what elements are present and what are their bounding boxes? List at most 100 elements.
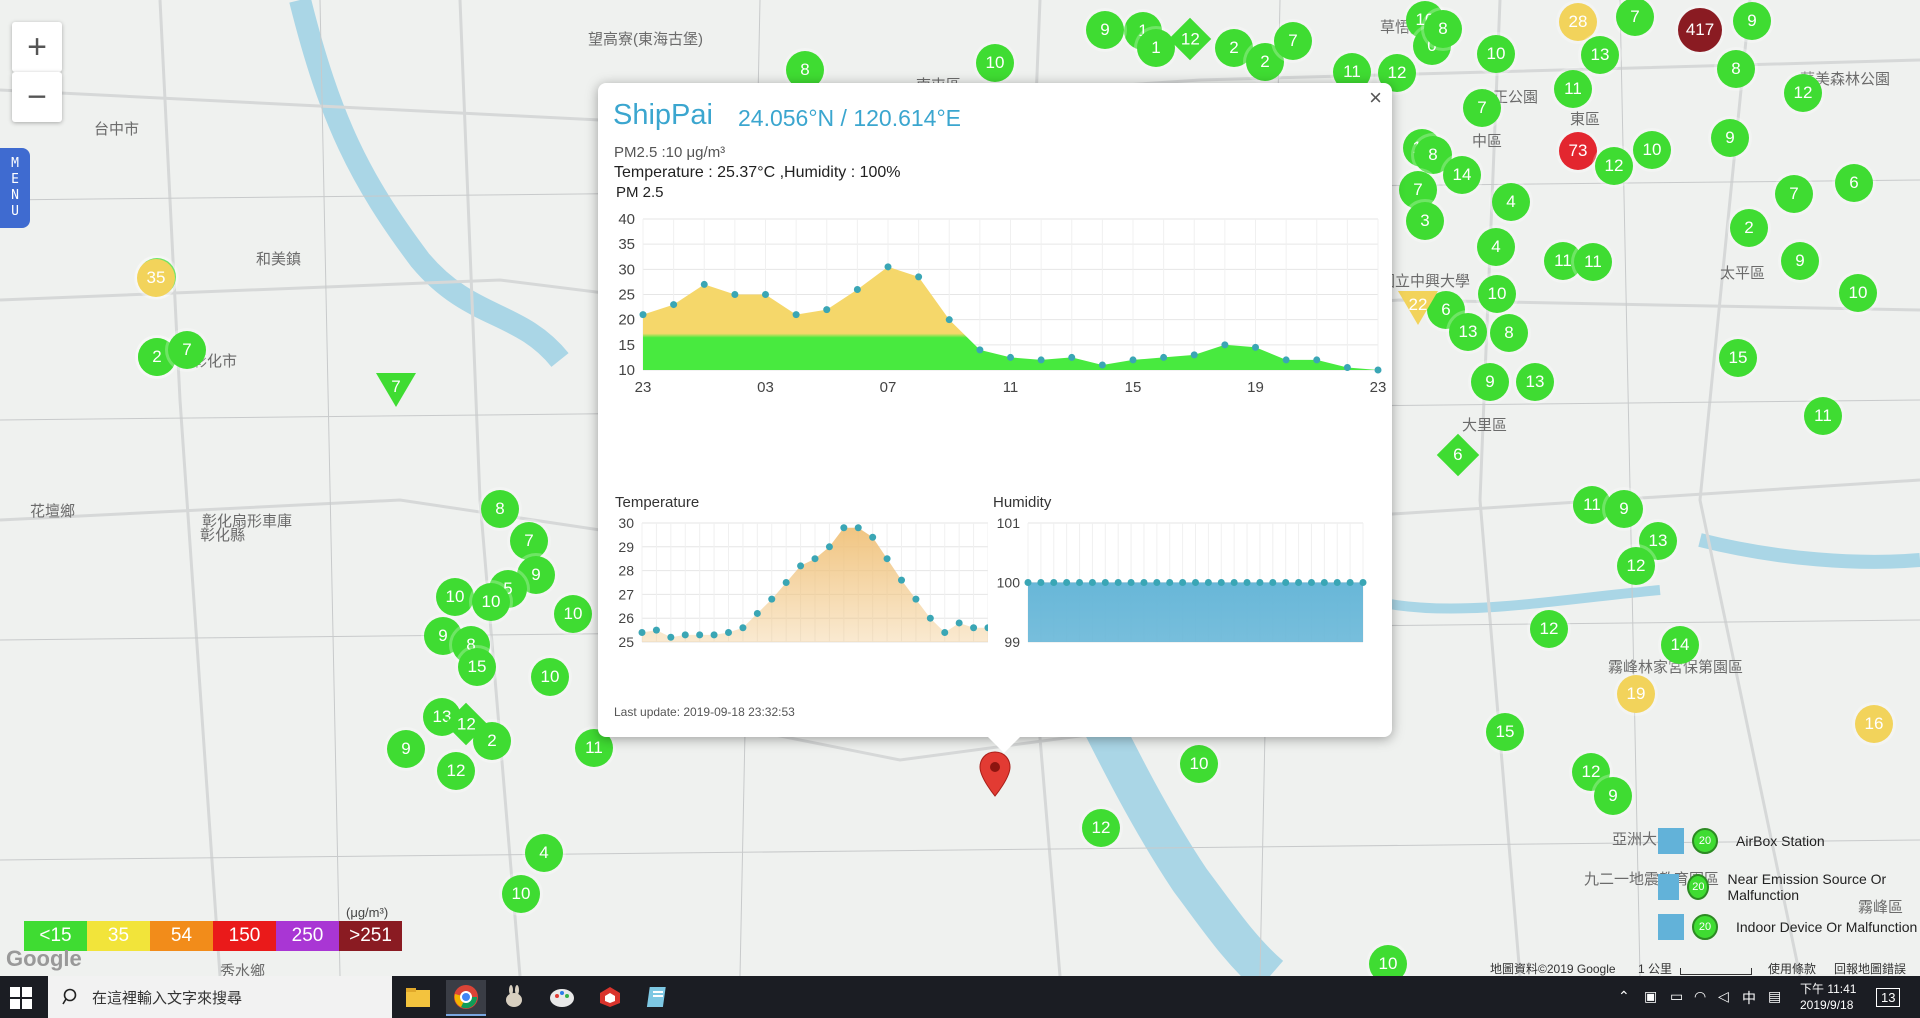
terms-link[interactable]: 使用條款 xyxy=(1768,960,1816,976)
sensor-marker[interactable]: 8 xyxy=(481,490,519,528)
sensor-marker[interactable]: 13 xyxy=(1449,313,1487,351)
windows-taskbar: 在這裡輸入文字來搜尋 ⌃ ▣ ▭ ◠ ◁ 中 ▤ 下午 11:41 2019/9… xyxy=(0,976,1920,1018)
station-name: ShipPai xyxy=(613,99,713,131)
map-canvas[interactable]: 望高寮(東海古堡) 和美鎮 彰化市 中區 東區 大里區 太平區 霧峰林家宮保第園區 亞洲大學 九二… xyxy=(0,0,1920,976)
sensor-marker[interactable]: 10 xyxy=(531,658,569,696)
data-point xyxy=(700,280,708,288)
y-tick-label: 35 xyxy=(618,236,635,253)
location-pin-icon[interactable] xyxy=(978,750,1012,798)
sensor-marker[interactable]: 10 xyxy=(436,578,474,616)
report-error-link[interactable]: 回報地圖錯誤 xyxy=(1834,960,1906,976)
sensor-marker[interactable]: 9 xyxy=(1733,2,1771,40)
sensor-marker[interactable]: 4 xyxy=(525,834,563,872)
sensor-marker[interactable]: 15 xyxy=(1486,713,1524,751)
tray-volume-icon[interactable]: ◁ xyxy=(1718,988,1729,1005)
sensor-marker[interactable]: 10 xyxy=(1633,131,1671,169)
indoor-device-marker[interactable]: 22 xyxy=(1396,289,1440,327)
sensor-marker[interactable]: 7 xyxy=(510,522,548,560)
sensor-marker[interactable]: 12 xyxy=(437,752,475,790)
sensor-marker[interactable]: 12 xyxy=(1082,809,1120,847)
chrome-icon[interactable] xyxy=(446,980,486,1016)
humidity-chart-title: Humidity xyxy=(993,494,1052,511)
sensor-marker[interactable]: 7 xyxy=(1463,89,1501,127)
x-tick-label: 11 xyxy=(1003,379,1019,396)
sensor-marker[interactable]: 7 xyxy=(168,331,206,369)
sensor-marker[interactable]: 10 xyxy=(976,44,1014,82)
tray-wifi-icon[interactable]: ◠ xyxy=(1694,988,1706,1005)
sensor-marker[interactable]: 73 xyxy=(1559,132,1597,170)
sensor-marker[interactable]: 8 xyxy=(1490,314,1528,352)
sensor-marker[interactable]: 10 xyxy=(1839,274,1877,312)
sensor-marker[interactable]: 11 xyxy=(1554,70,1592,108)
sensor-marker[interactable]: 8 xyxy=(1424,10,1462,48)
sensor-marker[interactable]: 7 xyxy=(1775,175,1813,213)
data-point xyxy=(1320,579,1328,586)
sensor-marker[interactable]: 10 xyxy=(472,583,510,621)
zoom-in-button[interactable]: + xyxy=(12,22,62,72)
app-document-icon[interactable] xyxy=(638,980,678,1014)
sensor-marker[interactable]: 14 xyxy=(1443,156,1481,194)
tray-security-icon[interactable]: ▣ xyxy=(1644,988,1657,1005)
data-point xyxy=(1343,363,1351,371)
scale-label: 1 公里 xyxy=(1638,962,1673,976)
tray-battery-icon[interactable]: ▭ xyxy=(1670,988,1683,1005)
place-label: 台中市 xyxy=(94,121,140,138)
ime-indicator[interactable]: 中 xyxy=(1742,988,1756,1008)
sensor-marker[interactable]: 9 xyxy=(1781,242,1819,280)
sensor-marker[interactable]: 9 xyxy=(1471,363,1509,401)
sensor-marker[interactable]: 35 xyxy=(137,259,175,297)
clock-date[interactable]: 2019/9/18 xyxy=(1800,998,1853,1012)
sensor-marker[interactable]: 3 xyxy=(1406,202,1444,240)
data-point xyxy=(1088,579,1096,586)
sensor-marker[interactable]: 10 xyxy=(1478,275,1516,313)
sensor-marker[interactable]: 4 xyxy=(1477,228,1515,266)
sensor-marker[interactable]: 9 xyxy=(1605,490,1643,528)
sensor-marker[interactable]: 9 xyxy=(1594,777,1632,815)
sensor-marker[interactable]: 9 xyxy=(1711,119,1749,157)
sensor-marker[interactable]: 14 xyxy=(1661,626,1699,664)
sensor-marker[interactable]: 417 xyxy=(1678,8,1722,52)
sensor-marker[interactable]: 12 xyxy=(1530,610,1568,648)
taskbar-search-box[interactable]: 在這裡輸入文字來搜尋 xyxy=(48,976,392,1018)
app-rabbit-icon[interactable] xyxy=(494,980,534,1014)
sensor-marker[interactable]: 9 xyxy=(1086,11,1124,49)
sensor-marker[interactable]: 15 xyxy=(1719,339,1757,377)
sensor-marker[interactable]: 12 xyxy=(1617,547,1655,585)
close-icon[interactable]: × xyxy=(1369,85,1382,111)
sensor-marker[interactable]: 12 xyxy=(1595,147,1633,185)
sensor-marker[interactable]: 12 xyxy=(1784,74,1822,112)
sensor-marker[interactable]: 13 xyxy=(1581,36,1619,74)
zoom-out-button[interactable]: − xyxy=(12,72,62,122)
sensor-marker[interactable]: 7 xyxy=(1274,22,1312,60)
app-paint-icon[interactable] xyxy=(542,980,582,1014)
clock-time[interactable]: 下午 11:41 xyxy=(1800,980,1856,997)
notification-center-icon[interactable]: 13 xyxy=(1876,988,1901,1007)
sensor-marker[interactable]: 16 xyxy=(1855,705,1893,743)
sensor-marker[interactable]: 8 xyxy=(1717,50,1755,88)
sensor-marker[interactable]: 6 xyxy=(1835,164,1873,202)
menu-tab[interactable]: M E N U xyxy=(0,148,30,228)
tray-chevron-icon[interactable]: ⌃ xyxy=(1618,988,1630,1005)
data-point xyxy=(1269,579,1277,586)
sensor-marker[interactable]: 10 xyxy=(1180,745,1218,783)
indoor-device-marker[interactable]: 7 xyxy=(374,371,418,409)
sensor-marker[interactable]: 1 xyxy=(1137,29,1175,67)
app-sketchup-icon[interactable] xyxy=(590,980,630,1014)
sensor-marker[interactable]: 10 xyxy=(1477,35,1515,73)
sensor-marker[interactable]: 13 xyxy=(1516,363,1554,401)
sensor-marker[interactable]: 15 xyxy=(458,648,496,686)
sensor-marker[interactable]: 2 xyxy=(1730,209,1768,247)
sensor-marker[interactable]: 11 xyxy=(1574,243,1612,281)
sensor-marker[interactable]: 11 xyxy=(1804,397,1842,435)
sensor-marker[interactable]: 19 xyxy=(1617,675,1655,713)
windows-start-icon[interactable] xyxy=(10,987,32,1009)
file-explorer-icon[interactable] xyxy=(398,980,438,1014)
sensor-marker[interactable]: 28 xyxy=(1559,3,1597,41)
tray-input-icon[interactable]: ▤ xyxy=(1768,988,1781,1005)
sensor-marker[interactable]: 10 xyxy=(554,595,592,633)
sensor-marker[interactable]: 4 xyxy=(1492,183,1530,221)
key-label: Indoor Device Or Malfunction xyxy=(1736,919,1918,935)
sensor-marker[interactable]: 9 xyxy=(387,730,425,768)
sensor-marker[interactable]: 10 xyxy=(502,875,540,913)
sensor-marker[interactable]: 10 xyxy=(1369,945,1407,976)
